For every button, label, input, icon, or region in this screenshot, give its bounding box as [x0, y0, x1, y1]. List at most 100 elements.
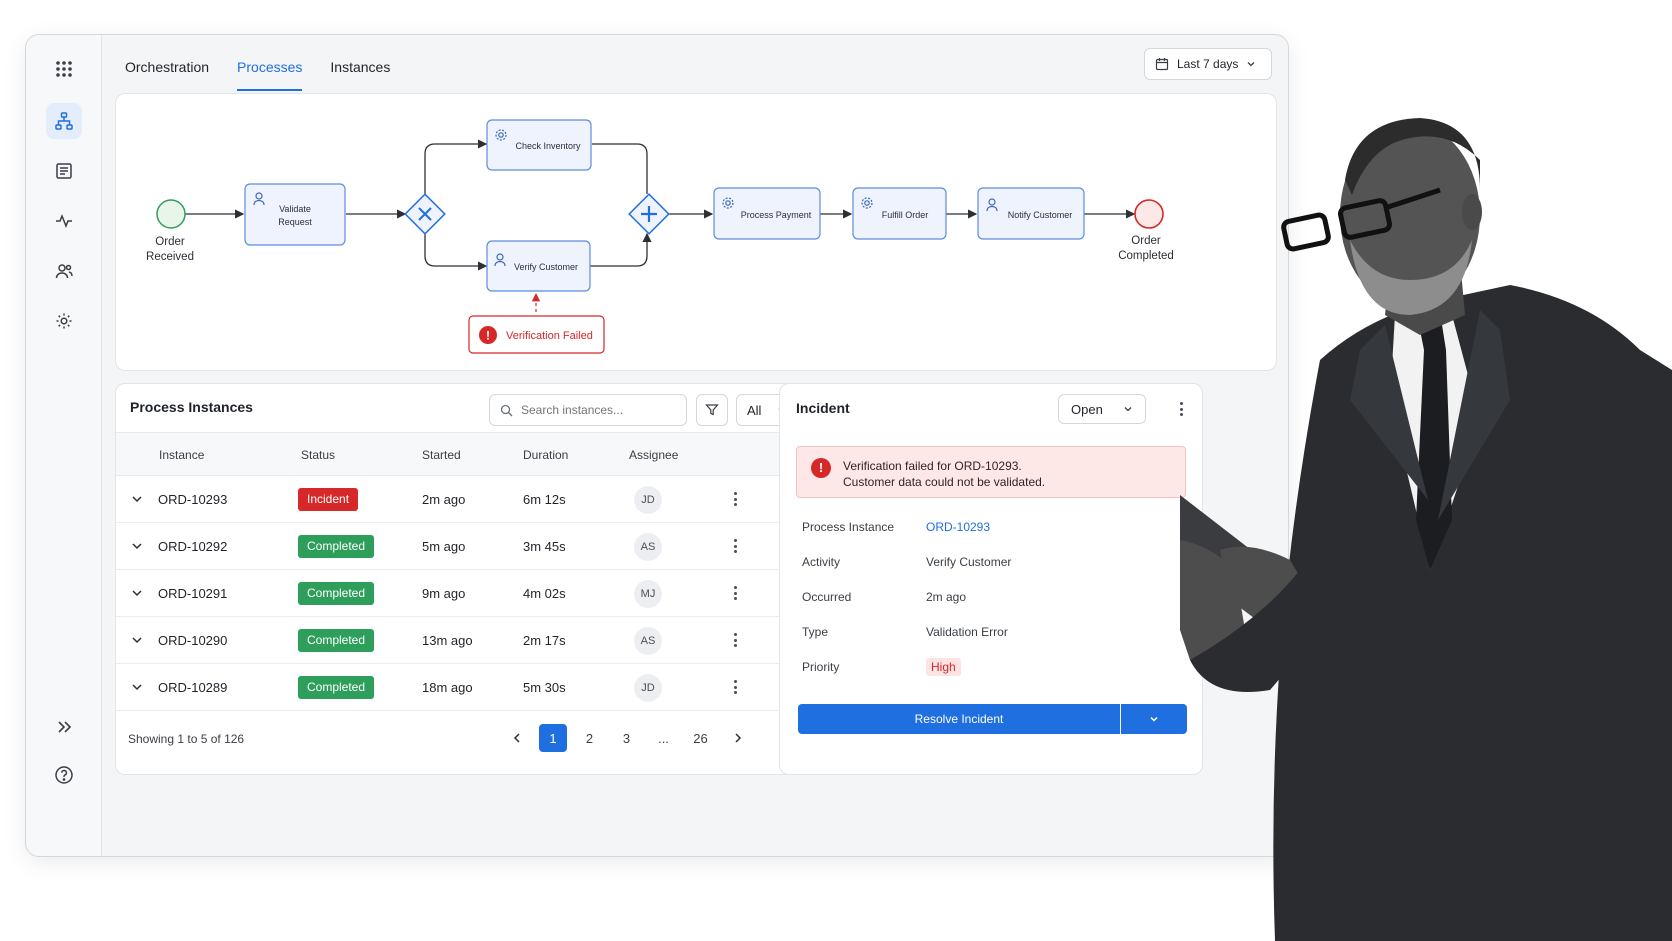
- expand-chevron-icon[interactable]: [128, 584, 146, 602]
- task-validate-request[interactable]: Validate Request: [244, 183, 346, 246]
- type-value: Validation Error: [926, 625, 1008, 639]
- start-event-label-line2: Received: [146, 251, 194, 263]
- date-range-button[interactable]: Last 7 days: [1144, 48, 1272, 80]
- started-value: 5m ago: [422, 539, 466, 554]
- assignee-avatar: AS: [634, 533, 662, 561]
- process-instance-label: Process Instance: [802, 520, 895, 534]
- incident-panel: Incident Open ! Verification failed for …: [779, 383, 1203, 775]
- process-instances-title: Process Instances: [130, 399, 253, 415]
- error-label: Verification Failed: [506, 330, 593, 342]
- expand-chevron-icon[interactable]: [128, 490, 146, 508]
- table-row[interactable]: ORD-10291 Completed 9m ago 4m 02s MJ: [116, 570, 806, 617]
- alert-line2: Customer data could not be validated.: [843, 475, 1046, 489]
- status-filter-value: All: [747, 402, 762, 418]
- page-ellipsis: ...: [658, 730, 669, 746]
- users-icon[interactable]: [46, 253, 82, 289]
- column-status[interactable]: Status: [301, 448, 335, 462]
- settings-gear-icon[interactable]: [46, 303, 82, 339]
- apps-grid-icon[interactable]: [46, 51, 82, 87]
- tab-instances[interactable]: Instances: [330, 53, 390, 91]
- chevron-down-icon: [1150, 716, 1158, 722]
- instance-id[interactable]: ORD-10289: [158, 680, 227, 695]
- exclusive-gateway[interactable]: [404, 193, 446, 235]
- column-duration[interactable]: Duration: [523, 448, 568, 462]
- search-box[interactable]: [489, 394, 687, 426]
- help-icon[interactable]: [46, 757, 82, 793]
- verification-failed-error[interactable]: ! Verification Failed: [468, 315, 605, 354]
- resolve-options-button[interactable]: [1121, 704, 1187, 734]
- sidebar: [26, 35, 102, 856]
- process-instance-link[interactable]: ORD-10293: [926, 520, 990, 534]
- page-button[interactable]: 1: [539, 724, 567, 752]
- resolve-incident-button[interactable]: Resolve Incident: [798, 704, 1120, 734]
- started-value: 18m ago: [422, 680, 473, 695]
- date-range-label: Last 7 days: [1177, 57, 1239, 71]
- instance-id[interactable]: ORD-10293: [158, 492, 227, 507]
- instance-id[interactable]: ORD-10290: [158, 633, 227, 648]
- duration-value: 6m 12s: [523, 492, 566, 507]
- calendar-icon: [1155, 58, 1169, 71]
- table-row[interactable]: ORD-10292 Completed 5m ago 3m 45s AS: [116, 523, 806, 570]
- duration-value: 2m 17s: [523, 633, 566, 648]
- column-started[interactable]: Started: [422, 448, 461, 462]
- search-icon: [500, 404, 513, 416]
- document-list-icon[interactable]: [46, 153, 82, 189]
- activity-pulse-icon[interactable]: [46, 203, 82, 239]
- task-check-inventory[interactable]: Check Inventory: [486, 119, 592, 171]
- expand-chevron-icon[interactable]: [128, 537, 146, 555]
- row-more-icon[interactable]: [728, 490, 742, 508]
- type-label: Type: [802, 625, 829, 639]
- prev-page-icon[interactable]: [498, 724, 535, 752]
- chevron-down-icon: [1247, 62, 1255, 67]
- activity-value: Verify Customer: [926, 555, 1012, 569]
- duration-value: 5m 30s: [523, 680, 566, 695]
- row-more-icon[interactable]: [728, 631, 742, 649]
- column-instance[interactable]: Instance: [159, 448, 204, 462]
- page-button[interactable]: 2: [571, 724, 608, 752]
- table-row[interactable]: ORD-10289 Completed 18m ago 5m 30s JD: [116, 664, 806, 711]
- assignee-avatar: MJ: [634, 580, 662, 608]
- page-button[interactable]: 26: [682, 724, 719, 752]
- task-verify-customer-label: Verify Customer: [514, 262, 578, 272]
- column-assignee[interactable]: Assignee: [629, 448, 678, 462]
- process-tree-icon[interactable]: [46, 103, 82, 139]
- parallel-gateway[interactable]: [628, 193, 670, 235]
- page-button[interactable]: 3: [608, 724, 645, 752]
- task-verify-customer[interactable]: Verify Customer: [486, 240, 591, 292]
- next-page-icon[interactable]: [719, 724, 756, 752]
- instance-id[interactable]: ORD-10292: [158, 539, 227, 554]
- tab-orchestration[interactable]: Orchestration: [125, 53, 209, 91]
- main-content: Orchestration Processes Instances Last 7…: [103, 35, 1288, 856]
- process-instances-card: Process Instances All Instance Status St…: [115, 383, 807, 775]
- incident-state-value: Open: [1071, 401, 1103, 417]
- filter-button[interactable]: [696, 394, 728, 426]
- tab-processes[interactable]: Processes: [237, 53, 303, 91]
- incident-state-select[interactable]: Open: [1058, 394, 1146, 424]
- row-more-icon[interactable]: [728, 584, 742, 602]
- started-value: 9m ago: [422, 586, 466, 601]
- table-row[interactable]: ORD-10293 Incident 2m ago 6m 12s JD: [116, 476, 806, 523]
- end-event[interactable]: [1134, 199, 1164, 229]
- start-event-label-line1: Order: [155, 236, 185, 248]
- expand-chevron-icon[interactable]: [128, 678, 146, 696]
- row-more-icon[interactable]: [728, 678, 742, 696]
- search-input[interactable]: [521, 403, 671, 417]
- row-more-icon[interactable]: [728, 537, 742, 555]
- status-badge: Completed: [298, 676, 375, 699]
- table-header: Instance Status Started Duration Assigne…: [116, 432, 806, 476]
- occurred-label: Occurred: [802, 590, 852, 604]
- status-badge: Completed: [298, 535, 375, 558]
- incident-title: Incident: [796, 400, 850, 416]
- table-row[interactable]: ORD-10290 Completed 13m ago 2m 17s AS: [116, 617, 806, 664]
- task-notify-customer[interactable]: Notify Customer: [977, 187, 1085, 240]
- expand-chevrons-icon[interactable]: [46, 709, 82, 745]
- task-process-payment-label: Process Payment: [741, 210, 812, 220]
- activity-label: Activity: [802, 555, 841, 569]
- start-event[interactable]: [156, 199, 186, 229]
- task-process-payment[interactable]: Process Payment: [713, 187, 821, 240]
- task-fulfill-order[interactable]: Fulfill Order: [852, 187, 947, 240]
- expand-chevron-icon[interactable]: [128, 631, 146, 649]
- instance-id[interactable]: ORD-10291: [158, 586, 227, 601]
- status-badge: Completed: [298, 629, 375, 652]
- alert-line1: Verification failed for ORD-10293.: [843, 459, 1022, 473]
